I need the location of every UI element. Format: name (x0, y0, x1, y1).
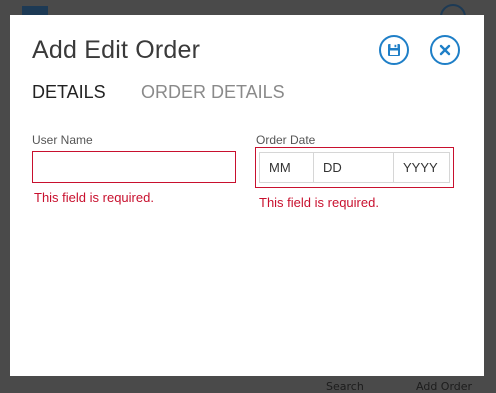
tab-details[interactable]: DETAILS (32, 81, 106, 103)
order-date-year-input[interactable]: YYYY (394, 153, 449, 182)
close-button[interactable] (430, 35, 460, 65)
dialog-title: Add Edit Order (32, 36, 201, 64)
order-date-error: This field is required. (259, 195, 379, 210)
save-icon (388, 44, 400, 56)
order-date-month-input[interactable]: MM (260, 153, 314, 182)
save-button[interactable] (379, 35, 409, 65)
user-name-label: User Name (32, 133, 93, 147)
order-date-label: Order Date (256, 133, 316, 147)
tab-order-details[interactable]: ORDER DETAILS (141, 81, 285, 103)
close-icon (439, 44, 451, 56)
user-name-error: This field is required. (34, 190, 154, 205)
add-order-appbar-label: Add Order (416, 380, 473, 393)
add-edit-order-dialog: Add Edit Order DETAILS ORDER DETAILS Use… (10, 15, 484, 376)
order-date-day-input[interactable]: DD (314, 153, 394, 182)
search-appbar-label: Search (326, 380, 364, 393)
user-name-input[interactable] (32, 151, 236, 183)
order-date-field: MM DD YYYY (255, 147, 454, 188)
order-date-inputs: MM DD YYYY (259, 152, 450, 183)
